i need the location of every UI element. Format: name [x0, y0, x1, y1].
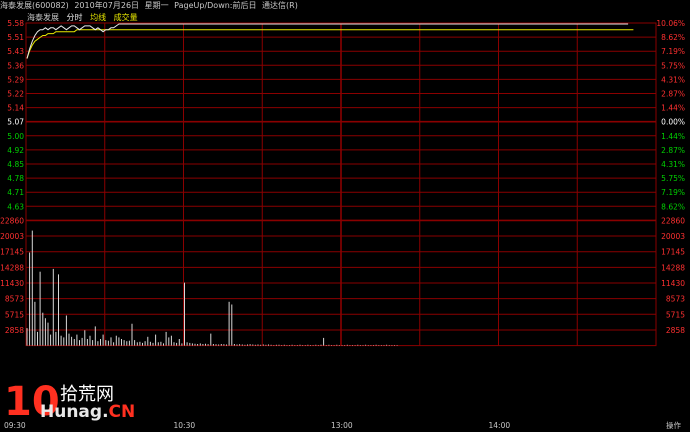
price-tick-label: 4.78: [7, 174, 24, 183]
watermark-site: Hunag.CN: [40, 402, 135, 422]
percent-tick-label: 1.44%: [661, 132, 685, 141]
price-tick-label: 5.29: [7, 75, 24, 84]
volume-tick-label: 14288: [0, 263, 24, 272]
price-tick-label: 5.43: [7, 47, 24, 56]
corner-action-label: 操作: [666, 420, 681, 430]
volume-tick-label: 14288: [661, 263, 685, 272]
percent-tick-label: 7.19%: [661, 47, 685, 56]
price-tick-label: 5.14: [7, 104, 24, 113]
price-tick-label: 5.00: [7, 132, 24, 141]
percent-tick-label: 4.31%: [661, 160, 685, 169]
volume-tick-label: 2858: [666, 326, 685, 335]
percent-tick-label: 10.06%: [656, 19, 685, 28]
percent-tick-label: 2.87%: [661, 90, 685, 99]
percent-tick-label: 7.19%: [661, 188, 685, 197]
time-tick-label: 14:00: [489, 421, 511, 430]
volume-tick-label: 11430: [0, 279, 24, 288]
percent-tick-label: 1.44%: [661, 104, 685, 113]
volume-axis-left: 22860 20003 17145 14288 11430 8573 5715 2858: [0, 216, 24, 335]
percent-tick-label: 8.62%: [661, 33, 685, 42]
percent-axis-right: 10.06% 8.62% 7.19% 5.75% 4.31% 2.87% 1.44% 0.00…: [656, 19, 685, 211]
watermark-logo: 10 拾荒网 Hunag.CN: [4, 378, 154, 430]
watermark-site-a: Hunag.: [40, 402, 109, 422]
time-tick-label: 13:00: [331, 421, 353, 430]
price-tick-label: 4.71: [7, 188, 24, 197]
price-tick-label: 5.07: [7, 118, 24, 127]
percent-tick-label: 5.75%: [661, 61, 685, 70]
price-tick-label: 5.22: [7, 90, 24, 99]
price-line: [26, 23, 629, 59]
price-tick-label: 5.58: [7, 19, 24, 28]
volume-tick-label: 20003: [661, 232, 685, 241]
volume-tick-label: 2858: [5, 326, 24, 335]
volume-tick-label: 20003: [0, 232, 24, 241]
volume-axis-right: 22860 20003 17145 14288 11430 8573 5715 2858: [661, 216, 685, 335]
chart-grid: [25, 22, 657, 347]
time-tick-label: 10:30: [174, 421, 196, 430]
percent-tick-label: 0.00%: [661, 118, 685, 127]
percent-tick-label: 4.31%: [661, 75, 685, 84]
intraday-chart[interactable]: 5.58 5.51 5.43 5.36 5.29 5.22 5.14 5.07 5.00 4.92…: [0, 0, 690, 432]
watermark-site-b: CN: [108, 402, 136, 422]
volume-tick-label: 5715: [666, 310, 685, 319]
volume-tick-label: 22860: [0, 216, 24, 225]
price-tick-label: 5.36: [7, 61, 24, 70]
volume-tick-label: 11430: [661, 279, 685, 288]
average-price-line: [26, 29, 634, 59]
percent-tick-label: 5.75%: [661, 174, 685, 183]
volume-tick-label: 5715: [5, 310, 24, 319]
volume-tick-label: 17145: [661, 248, 685, 257]
volume-tick-label: 17145: [0, 248, 24, 257]
price-tick-label: 4.92: [7, 146, 24, 155]
percent-tick-label: 2.87%: [661, 146, 685, 155]
volume-tick-label: 8573: [5, 295, 24, 304]
percent-tick-label: 8.62%: [661, 202, 685, 211]
price-tick-label: 4.63: [7, 202, 24, 211]
volume-tick-label: 8573: [666, 295, 685, 304]
price-axis-left: 5.58 5.51 5.43 5.36 5.29 5.22 5.14 5.07 5.00 4.92…: [7, 19, 24, 211]
volume-tick-label: 22860: [661, 216, 685, 225]
price-tick-label: 4.85: [7, 160, 24, 169]
price-tick-label: 5.51: [7, 33, 24, 42]
